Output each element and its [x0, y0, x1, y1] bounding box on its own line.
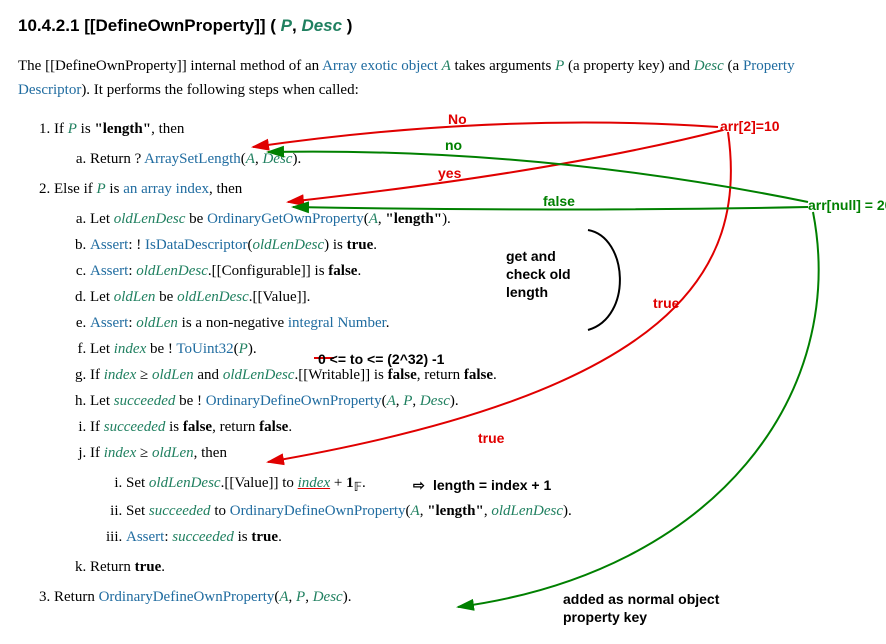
ann-added-normal: added as normal object property key: [563, 590, 763, 626]
link-array-exotic[interactable]: Array exotic object: [322, 58, 438, 74]
link-integral[interactable]: integral Number: [288, 315, 386, 331]
ann-true-red: true: [653, 292, 679, 314]
step-2c: Assert: oldLenDesc.[[Configurable]] is f…: [90, 259, 868, 283]
ann-true-red2: true: [478, 427, 504, 449]
spec-container: 10.4.2.1 [[DefineOwnProperty]] ( P, Desc…: [18, 12, 868, 609]
link-odop[interactable]: OrdinaryDefineOwnProperty: [99, 589, 275, 605]
step-2g: If index ≥ oldLen and oldLenDesc.[[Writa…: [90, 363, 868, 387]
ann-range: 0 <= to <= (2^32) -1: [318, 348, 444, 370]
link-assert[interactable]: Assert: [90, 315, 128, 331]
link-assert[interactable]: Assert: [90, 263, 128, 279]
step-2: Else if P is an array index, then Let ol…: [54, 177, 868, 579]
step-2a: Let oldLenDesc be OrdinaryGetOwnProperty…: [90, 207, 868, 231]
step-2k: Return true.: [90, 555, 868, 579]
link-odop[interactable]: OrdinaryDefineOwnProperty: [230, 503, 406, 519]
link-array-index[interactable]: an array index: [123, 181, 209, 197]
link-ogop[interactable]: OrdinaryGetOwnProperty: [207, 211, 364, 227]
section-title: [[DefineOwnProperty]] ( P, Desc ): [84, 16, 352, 35]
step-2j-ii: Set succeeded to OrdinaryDefineOwnProper…: [126, 499, 868, 523]
section-number: 10.4.2.1: [18, 16, 79, 35]
section-heading: 10.4.2.1 [[DefineOwnProperty]] ( P, Desc…: [18, 12, 868, 39]
ann-yes-red: yes: [438, 162, 461, 184]
ann-no-red: No: [448, 108, 467, 130]
step-2d: Let oldLen be oldLenDesc.[[Value]].: [90, 285, 868, 309]
step-2e: Assert: oldLen is a non-negative integra…: [90, 311, 868, 335]
intro-paragraph: The [[DefineOwnProperty]] internal metho…: [18, 54, 868, 102]
ann-arrnull: arr[null] = 20: [808, 194, 886, 216]
link-assert[interactable]: Assert: [90, 237, 128, 253]
link-touint32[interactable]: ToUint32: [176, 341, 233, 357]
link-arraysetlength[interactable]: ArraySetLength: [144, 151, 241, 167]
ann-get-check: get and check old length: [506, 247, 591, 302]
ann-arrow-right-icon: ⇨: [413, 474, 425, 496]
step-2h: Let succeeded be ! OrdinaryDefineOwnProp…: [90, 389, 868, 413]
ann-arr2: arr[2]=10: [720, 115, 780, 137]
step-2f: Let index be ! ToUint32(P).: [90, 337, 868, 361]
link-odop[interactable]: OrdinaryDefineOwnProperty: [206, 393, 382, 409]
link-isdatadesc[interactable]: IsDataDescriptor: [145, 237, 247, 253]
ann-no-green: no: [445, 134, 462, 156]
ann-false-green: false: [543, 190, 575, 212]
step-1a: Return ? ArraySetLength(A, Desc).: [90, 147, 868, 171]
step-2j-iii: Assert: succeeded is true.: [126, 525, 868, 549]
link-assert[interactable]: Assert: [126, 529, 164, 545]
step-2b: Assert: ! IsDataDescriptor(oldLenDesc) i…: [90, 233, 868, 257]
ann-lenidx: length = index + 1: [433, 474, 551, 496]
